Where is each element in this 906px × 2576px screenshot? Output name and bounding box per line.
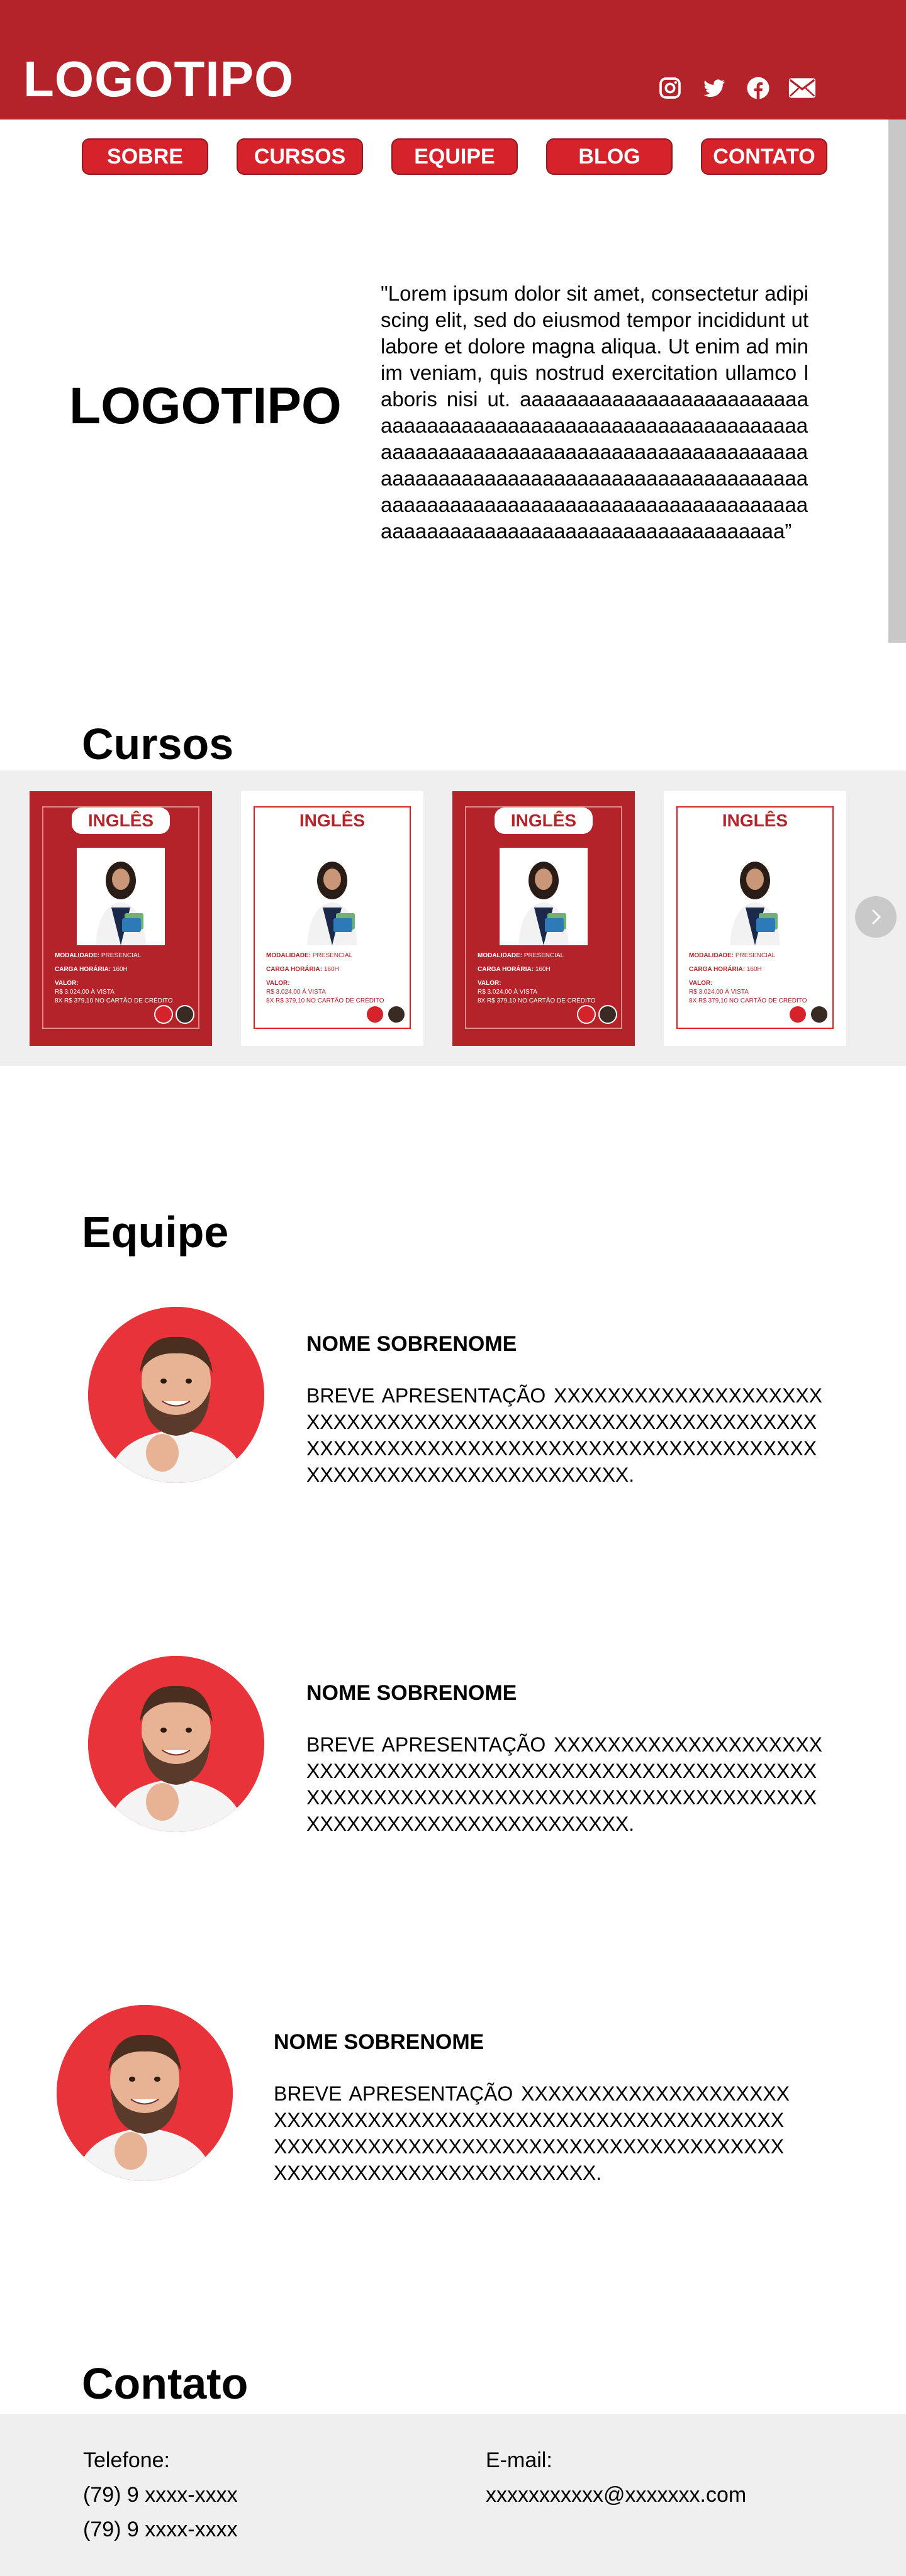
carga-label: CARGA HORÁRIA: — [478, 966, 534, 973]
carga-label: CARGA HORÁRIA: — [689, 966, 746, 973]
student-photo — [500, 848, 588, 945]
valor-cartao: 8X R$ 379,10 NO CARTÃO DE CRÉDITO — [55, 997, 173, 1004]
course-title: INGLÊS — [72, 808, 170, 834]
student-photo — [77, 848, 165, 945]
phone-label: Telefone: — [83, 2448, 170, 2472]
modalidade-label: MODALIDADE: — [55, 952, 100, 959]
nav-cursos-button[interactable]: CURSOS — [237, 138, 363, 175]
valor-avista: R$ 3.024,00 À VISTA — [689, 989, 749, 996]
course-card[interactable]: INGLÊS MODALIDADE: PRESENCIAL CARGA HORÁ… — [452, 791, 635, 1046]
twitter-icon[interactable] — [700, 74, 728, 102]
modalidade-value: PRESENCIAL — [312, 952, 353, 959]
carga-label: CARGA HORÁRIA: — [55, 966, 111, 973]
member-photo — [88, 1656, 264, 1832]
valor-label: VALOR: — [266, 980, 290, 987]
carga-value: 160H — [535, 966, 551, 973]
main-nav: SOBRE CURSOS EQUIPE BLOG CONTATO — [82, 138, 827, 175]
member-bio: BREVE APRESENTAÇÃO XXXXXXXXXXXXXXXXXXXXX… — [274, 2082, 790, 2184]
course-card[interactable]: INGLÊS MODALIDADE: PRESENCIAL CARGA HORÁ… — [664, 791, 846, 1046]
member-name: NOME SOBRENOME — [274, 2030, 484, 2054]
valor-avista: R$ 3.024,00 À VISTA — [266, 989, 326, 996]
carga-value: 160H — [112, 966, 128, 973]
avatar — [176, 1005, 194, 1024]
valor-label: VALOR: — [478, 980, 501, 987]
valor-cartao: 8X R$ 379,10 NO CARTÃO DE CRÉDITO — [478, 997, 596, 1004]
team-title: Equipe — [82, 1208, 229, 1257]
member-name: NOME SOBRENOME — [306, 1332, 517, 1356]
modalidade-label: MODALIDADE: — [478, 952, 523, 959]
email-label: E-mail: — [486, 2448, 552, 2472]
course-card[interactable]: INGLÊS MODALIDADE: PRESENCIAL CARGA HORÁ… — [30, 791, 212, 1046]
nav-sobre-button[interactable]: SOBRE — [82, 138, 208, 175]
phone-number[interactable]: (79) 9 xxxx-xxxx — [83, 2484, 238, 2506]
avatar — [598, 1005, 617, 1024]
social-links — [656, 74, 816, 102]
avatar — [788, 1005, 807, 1024]
teacher-avatars — [788, 1005, 829, 1024]
contact-title: Contato — [82, 2359, 249, 2408]
avatar — [387, 1005, 406, 1024]
courses-title: Cursos — [82, 719, 234, 769]
member-bio: BREVE APRESENTAÇÃO XXXXXXXXXXXXXXXXXXXXX… — [306, 1733, 822, 1835]
avatar — [810, 1005, 829, 1024]
nav-blog-button[interactable]: BLOG — [546, 138, 673, 175]
avatar — [366, 1005, 384, 1024]
member-name: NOME SOBRENOME — [306, 1681, 517, 1705]
member-bio: BREVE APRESENTAÇÃO XXXXXXXXXXXXXXXXXXXXX… — [306, 1384, 822, 1486]
avatar — [577, 1005, 596, 1024]
header-logo[interactable]: LOGOTIPO — [23, 54, 294, 104]
carga-label: CARGA HORÁRIA: — [266, 966, 323, 973]
nav-contato-button[interactable]: CONTATO — [701, 138, 827, 175]
valor-label: VALOR: — [55, 980, 79, 987]
instagram-icon[interactable] — [656, 74, 684, 102]
page-scrollbar[interactable] — [888, 119, 906, 643]
intro-logo: LOGOTIPO — [69, 377, 342, 435]
phone-number[interactable]: (79) 9 xxxx-xxxx — [83, 2519, 238, 2540]
valor-label: VALOR: — [689, 980, 713, 987]
member-photo — [57, 2005, 233, 2181]
teacher-avatars — [366, 1005, 406, 1024]
course-title: INGLÊS — [722, 811, 788, 830]
valor-avista: R$ 3.024,00 À VISTA — [478, 989, 537, 996]
intro-text: "Lorem ipsum dolor sit amet, consectetur… — [381, 282, 808, 543]
modalidade-value: PRESENCIAL — [735, 952, 776, 959]
student-photo — [288, 848, 376, 945]
mail-icon[interactable] — [788, 74, 816, 102]
chevron-right-icon — [871, 909, 881, 925]
student-photo — [711, 848, 799, 945]
teacher-avatars — [577, 1005, 617, 1024]
modalidade-label: MODALIDADE: — [689, 952, 734, 959]
modalidade-value: PRESENCIAL — [523, 952, 564, 959]
course-card[interactable]: INGLÊS MODALIDADE: PRESENCIAL CARGA HORÁ… — [241, 791, 423, 1046]
carga-value: 160H — [323, 966, 339, 973]
nav-equipe-button[interactable]: EQUIPE — [391, 138, 518, 175]
valor-avista: R$ 3.024,00 À VISTA — [55, 989, 115, 996]
carga-value: 160H — [746, 966, 762, 973]
member-photo — [88, 1307, 264, 1483]
modalidade-value: PRESENCIAL — [101, 952, 142, 959]
avatar — [154, 1005, 173, 1024]
facebook-icon[interactable] — [744, 74, 772, 102]
site-header: LOGOTIPO — [0, 0, 906, 119]
valor-cartao: 8X R$ 379,10 NO CARTÃO DE CRÉDITO — [689, 997, 807, 1004]
email-address[interactable]: xxxxxxxxxxx@xxxxxxx.com — [486, 2484, 746, 2506]
teacher-avatars — [154, 1005, 194, 1024]
carousel-next-button[interactable] — [855, 896, 897, 938]
course-title: INGLÊS — [495, 808, 593, 834]
modalidade-label: MODALIDADE: — [266, 952, 311, 959]
valor-cartao: 8X R$ 379,10 NO CARTÃO DE CRÉDITO — [266, 997, 384, 1004]
course-title: INGLÊS — [299, 811, 366, 830]
